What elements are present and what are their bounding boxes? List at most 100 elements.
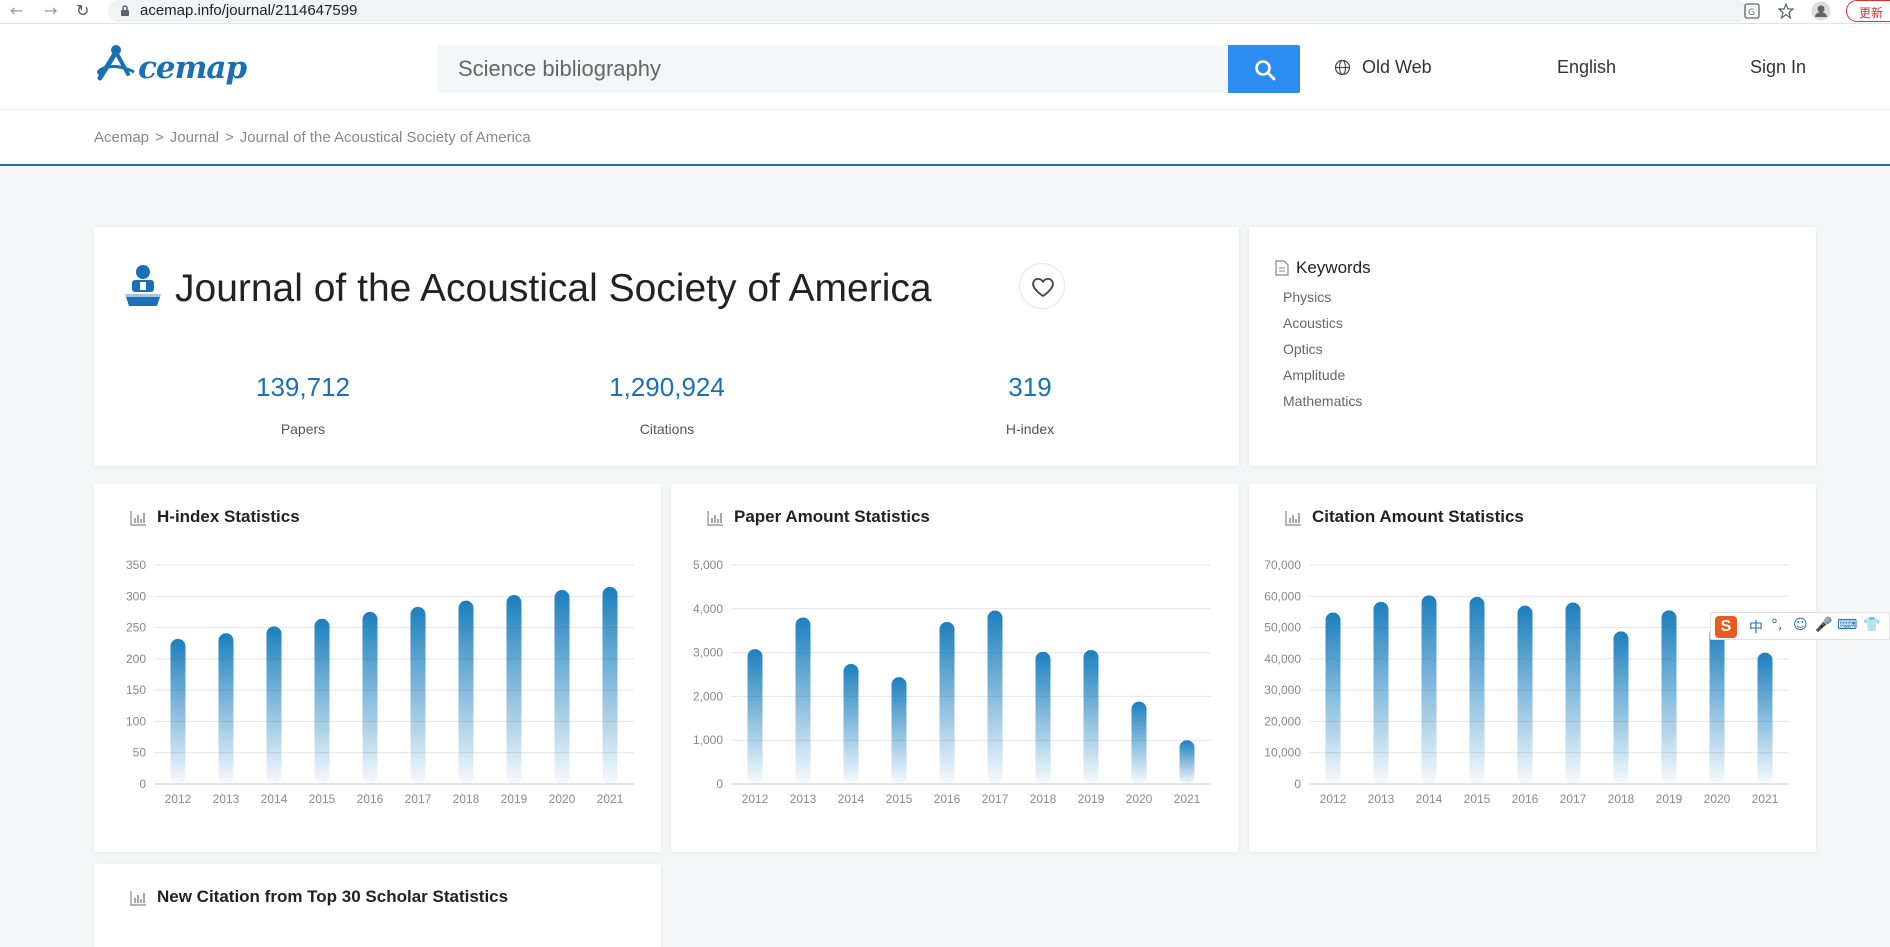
bar-2012[interactable] [170,638,186,784]
x-tick-label: 2019 [1656,792,1683,806]
y-tick-label: 5,000 [693,558,723,572]
address-bar[interactable]: acemap.info/journal/2114647599 G [108,0,1831,22]
bar-2020[interactable] [1709,625,1725,784]
bar-2017[interactable] [1565,602,1581,784]
browser-update-button[interactable]: 更新 [1846,0,1890,22]
bar-chart-icon [707,511,723,526]
y-tick-label: 0 [1294,777,1301,791]
x-tick-label: 2021 [597,792,624,806]
bar-chart-icon [1285,511,1301,526]
search-box[interactable] [438,45,1228,93]
bar-2021[interactable] [1757,652,1773,784]
translate-icon[interactable]: G [1744,3,1760,19]
bar-2018[interactable] [458,600,474,784]
ime-chinese-mode-icon[interactable]: 中 [1749,617,1763,637]
keyword-physics[interactable]: Physics [1283,289,1331,305]
y-tick-label: 50 [133,746,147,760]
paper-chart-card: Paper Amount Statistics 0 1,000 2,000 3,000… [671,484,1238,852]
ime-voice-icon[interactable]: 🎤 [1815,617,1832,633]
url-text: acemap.info/journal/2114647599 [140,2,358,19]
bar-2019[interactable] [506,595,522,784]
bar-chart-icon [130,511,146,526]
bar-chart-icon [130,891,146,906]
x-tick-label: 2019 [1078,792,1105,806]
search-button[interactable] [1228,45,1300,93]
y-tick-label: 150 [126,683,146,697]
x-tick-label: 2015 [886,792,913,806]
keyword-optics[interactable]: Optics [1283,341,1323,357]
breadcrumb: Acemap > Journal > Journal of the Acoustical… [94,129,531,146]
favorite-button[interactable] [1019,263,1065,309]
profile-icon[interactable] [1811,1,1831,21]
star-icon[interactable] [1778,3,1794,19]
logo-mark-icon [97,45,135,81]
bar-2021[interactable] [602,586,618,784]
bar-2020[interactable] [554,590,570,784]
bar-2012[interactable] [1325,612,1341,784]
bar-2019[interactable] [1661,610,1677,784]
reload-icon[interactable]: ↻ [76,1,89,20]
stat-citations-value: 1,290,924 [609,372,725,402]
bar-2020[interactable] [1131,701,1147,784]
citation-chart-title: Citation Amount Statistics [1312,507,1524,526]
y-tick-label: 4,000 [693,602,723,616]
x-tick-label: 2014 [838,792,865,806]
journal-icon [125,265,161,306]
breadcrumb-bar: Acemap > Journal > Journal of the Acoustical… [0,110,1890,166]
x-tick-label: 2018 [1608,792,1635,806]
acemap-logo[interactable]: cemap [94,44,247,89]
scholar-chart-card: New Citation from Top 30 Scholar Statist… [94,864,661,947]
bar-2018[interactable] [1035,651,1051,784]
ime-emoji-icon[interactable]: ☺ [1793,617,1808,633]
language-selector[interactable]: English [1557,57,1616,78]
bar-2014[interactable] [1421,595,1437,784]
y-tick-label: 30,000 [1264,683,1301,697]
old-web-label: Old Web [1362,57,1432,77]
bar-2016[interactable] [1517,605,1533,784]
bar-2015[interactable] [314,618,330,784]
bar-2017[interactable] [987,610,1003,784]
breadcrumb-item-journal[interactable]: Journal [170,129,219,146]
ime-punctuation-icon[interactable]: °, [1771,617,1782,633]
bar-2017[interactable] [410,606,426,784]
y-tick-label: 200 [126,652,146,666]
sogou-logo-icon[interactable]: S [1715,616,1737,638]
bar-2013[interactable] [1373,601,1389,784]
bar-2014[interactable] [266,626,282,784]
y-tick-label: 3,000 [693,646,723,660]
x-tick-label: 2015 [1464,792,1491,806]
hindex-chart-card: H-index Statistics 0 50 100 150 200 250 300 350… [94,484,661,852]
bar-2021[interactable] [1179,740,1195,784]
bar-2013[interactable] [795,617,811,784]
bar-2015[interactable] [1469,596,1485,784]
journal-info-card: Journal of the Acoustical Society of Ame… [94,227,1239,466]
back-icon[interactable]: ← [10,1,23,20]
keyword-amplitude[interactable]: Amplitude [1283,367,1345,383]
x-tick-label: 2017 [1560,792,1587,806]
bar-2019[interactable] [1083,649,1099,784]
bar-2012[interactable] [747,649,763,784]
y-tick-label: 2,000 [693,689,723,703]
bar-2016[interactable] [939,621,955,784]
x-tick-label: 2012 [165,792,192,806]
sign-in-link[interactable]: Sign In [1750,57,1806,78]
bar-2018[interactable] [1613,631,1629,784]
forward-icon[interactable]: → [44,1,57,20]
x-tick-label: 2013 [1368,792,1395,806]
stat-papers: 139,712 Papers [203,372,403,437]
ime-skin-icon[interactable]: 👕 [1863,617,1880,633]
bar-2013[interactable] [218,633,234,784]
x-tick-label: 2013 [790,792,817,806]
breadcrumb-item-acemap[interactable]: Acemap [94,129,149,146]
keyword-acoustics[interactable]: Acoustics [1283,315,1343,331]
keyword-mathematics[interactable]: Mathematics [1283,393,1362,409]
paper-chart-title: Paper Amount Statistics [734,507,930,526]
y-tick-label: 250 [126,621,146,635]
breadcrumb-item-current: Journal of the Acoustical Society of Ame… [239,129,531,146]
old-web-link[interactable]: Old Web [1334,57,1432,78]
search-input[interactable] [438,45,1228,93]
bar-2015[interactable] [891,677,907,784]
bar-2016[interactable] [362,611,378,784]
bar-2014[interactable] [843,663,859,784]
ime-keyboard-icon[interactable]: ⌨ [1837,617,1857,633]
